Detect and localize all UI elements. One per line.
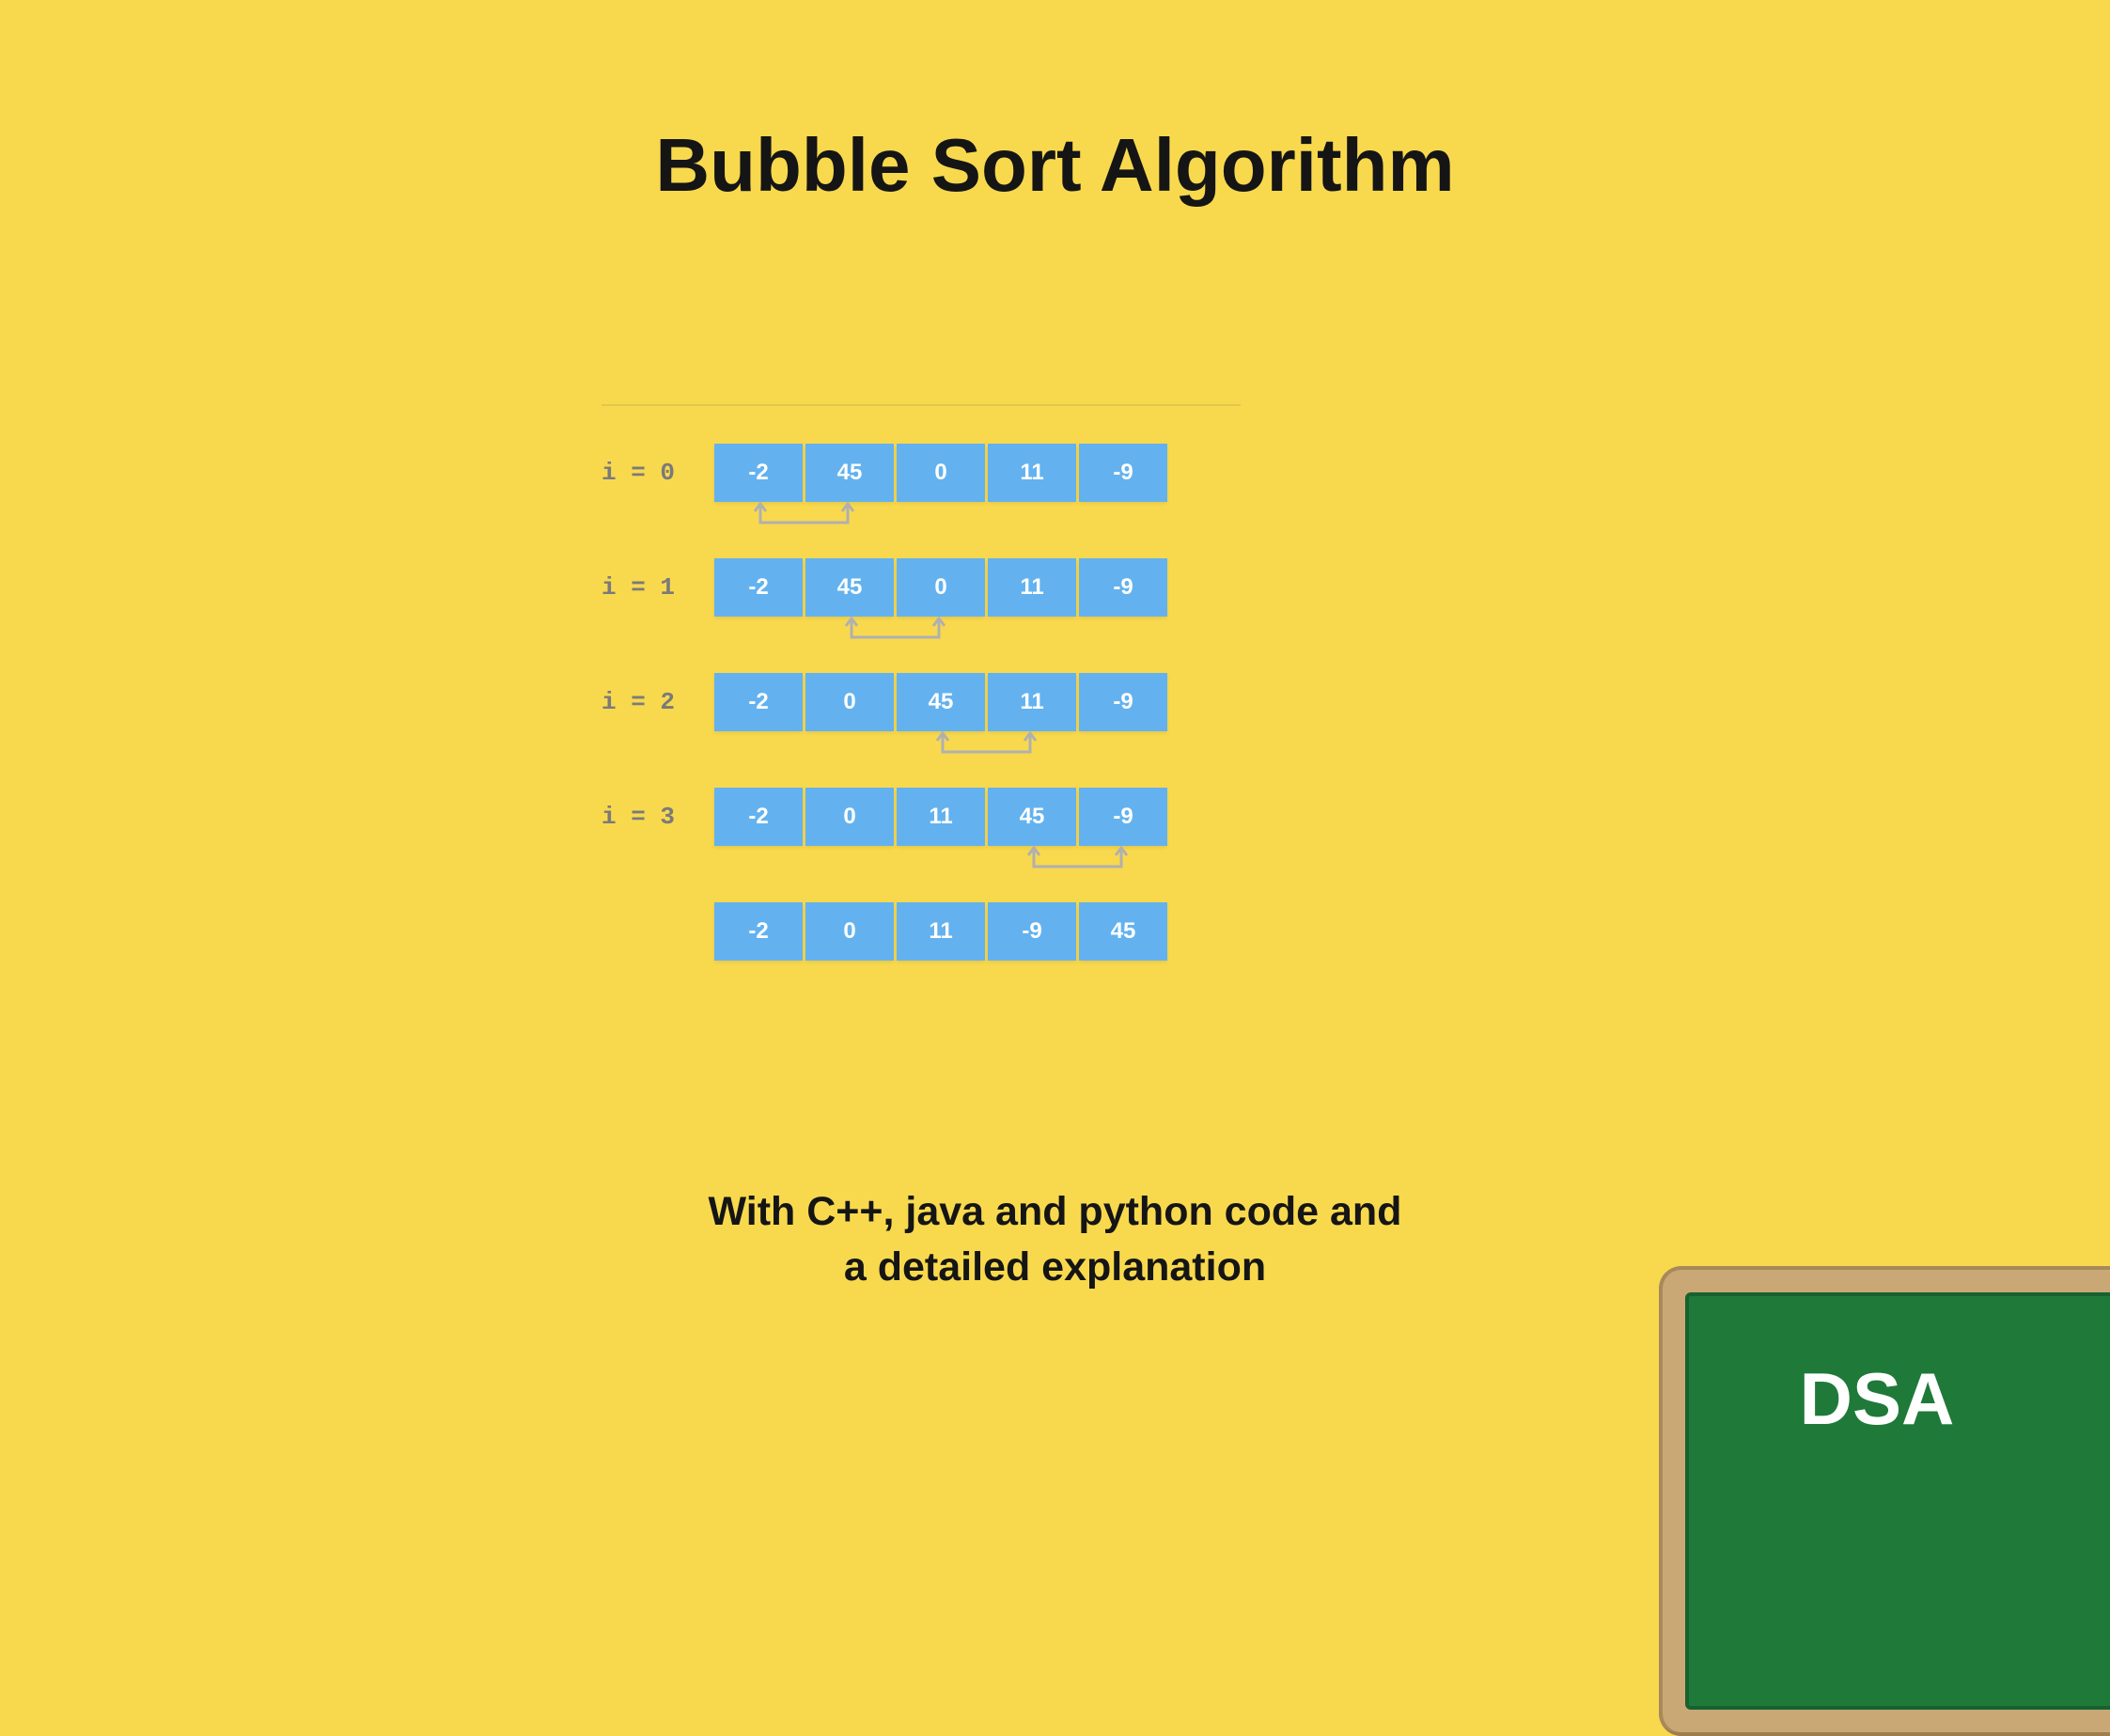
array-cell: 11 xyxy=(988,444,1076,502)
page-title: Bubble Sort Algorithm xyxy=(0,122,2110,209)
swap-arrow-icon xyxy=(1032,846,1123,870)
array-cell: 45 xyxy=(1079,902,1167,961)
array-cell: -2 xyxy=(714,558,803,617)
array-cell: 45 xyxy=(897,673,985,731)
array-cell: -2 xyxy=(714,788,803,846)
array-cell: 0 xyxy=(897,444,985,502)
chalkboard: DSA xyxy=(1659,1266,2110,1492)
array-cells: -201145-9 xyxy=(714,788,1167,846)
array-cell: 11 xyxy=(897,788,985,846)
array-row: i = 2-204511-9 xyxy=(602,673,1241,731)
array-cell: -2 xyxy=(714,902,803,961)
subtitle-line2: a detailed explanation xyxy=(844,1244,1266,1290)
array-cells: -245011-9 xyxy=(714,444,1167,502)
array-cell: -9 xyxy=(1079,673,1167,731)
iteration-label: i = 3 xyxy=(602,803,714,831)
array-cells: -245011-9 xyxy=(714,558,1167,617)
swap-arrow-icon xyxy=(941,731,1032,756)
subtitle-line1: With C++, java and python code and xyxy=(709,1189,1402,1234)
chalkboard-frame: DSA xyxy=(1659,1266,2110,1736)
array-cells: -2011-945 xyxy=(714,902,1167,961)
chalkboard-text: DSA xyxy=(1689,1356,2065,1442)
array-cell: -9 xyxy=(1079,788,1167,846)
array-row: i = 0-245011-9 xyxy=(602,444,1241,502)
array-cell: -2 xyxy=(714,673,803,731)
array-row: i = 1-245011-9 xyxy=(602,558,1241,617)
iteration-label: i = 0 xyxy=(602,459,714,487)
array-cell: 11 xyxy=(988,673,1076,731)
array-cell: -9 xyxy=(1079,444,1167,502)
array-cell: -2 xyxy=(714,444,803,502)
array-cell: 0 xyxy=(805,788,894,846)
array-row: -2011-945 xyxy=(602,902,1241,961)
chalkboard-inner: DSA xyxy=(1685,1292,2110,1710)
iteration-label: i = 1 xyxy=(602,573,714,602)
array-cell: 0 xyxy=(805,673,894,731)
array-cells: -204511-9 xyxy=(714,673,1167,731)
array-cell: 45 xyxy=(805,558,894,617)
swap-arrow-icon xyxy=(850,617,941,641)
iteration-label: i = 2 xyxy=(602,688,714,716)
array-cell: 11 xyxy=(897,902,985,961)
array-cell: -9 xyxy=(988,902,1076,961)
array-cell: 0 xyxy=(897,558,985,617)
array-cell: 11 xyxy=(988,558,1076,617)
bubble-sort-diagram: i = 0-245011-9i = 1-245011-9i = 2-204511… xyxy=(602,404,1241,968)
array-row: i = 3-201145-9 xyxy=(602,788,1241,846)
array-cell: -9 xyxy=(1079,558,1167,617)
array-cell: 45 xyxy=(805,444,894,502)
array-cell: 45 xyxy=(988,788,1076,846)
swap-arrow-icon xyxy=(758,502,850,526)
array-cell: 0 xyxy=(805,902,894,961)
